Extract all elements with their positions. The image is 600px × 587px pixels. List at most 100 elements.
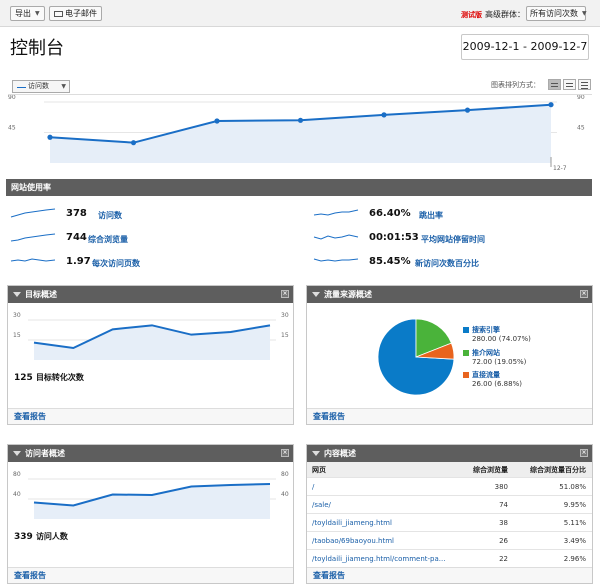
usage-label[interactable]: 平均网站停留时间 (421, 234, 485, 245)
panel-title: 内容概述 (324, 449, 356, 458)
usage-value: 378 (66, 208, 87, 219)
content-table: 网页 综合浏览量 综合浏览量百分比 / 380 51.08% /sale/ 74… (307, 462, 592, 568)
chart-mode-bar-button[interactable] (563, 79, 576, 90)
collapse-icon[interactable] (13, 451, 21, 456)
close-icon[interactable]: × (281, 449, 289, 457)
percent-cell: 9.95% (563, 501, 586, 509)
pageviews-cell: 38 (499, 519, 508, 527)
traffic-report-link[interactable]: 查看报告 (307, 408, 592, 424)
visitors-chart: 80 80 40 40 (13, 471, 289, 519)
page-link[interactable]: /sale/ (312, 496, 462, 514)
segment-select[interactable]: 所有访问次数 ▼ (526, 6, 587, 21)
sparkline (313, 209, 359, 216)
table-row: /sale/ 74 9.95% (307, 496, 592, 514)
usage-label[interactable]: 跳出率 (419, 210, 443, 221)
sparkline (313, 234, 359, 240)
usage-label[interactable]: 综合浏览量 (88, 234, 128, 245)
bar-icon (566, 83, 573, 84)
sparkline (10, 258, 56, 262)
chart-mode-list-button[interactable] (578, 79, 591, 90)
content-report-link[interactable]: 查看报告 (307, 567, 592, 583)
page-link[interactable]: /taobao/69baoyou.html (312, 532, 462, 550)
chevron-down-icon: ▼ (61, 83, 66, 90)
table-row: /toyldaili_jiameng.html/comment-pa... 22… (307, 550, 592, 568)
page-link[interactable]: /toyldaili_jiameng.html/comment-pa... (312, 550, 462, 568)
close-icon[interactable]: × (580, 290, 588, 298)
percent-cell: 51.08% (559, 483, 586, 491)
y-tick-label: 45 (8, 125, 16, 132)
data-point (214, 118, 220, 124)
y-tick-label: 90 (8, 94, 16, 101)
y-tick-label: 30 (281, 312, 289, 319)
series-area (34, 484, 270, 519)
panel-title: 流量来源概述 (324, 290, 372, 299)
visitors-value: 339 (14, 532, 33, 542)
sparkline (10, 233, 56, 242)
visitors-label: 访问人数 (35, 532, 68, 541)
column-header: 综合浏览量百分比 (530, 466, 586, 474)
sparkline (10, 208, 56, 218)
y-tick-label: 90 (577, 94, 585, 101)
traffic-pie-chart (377, 318, 455, 396)
content-panel-header[interactable]: 内容概述 × (307, 445, 592, 462)
usage-value: 66.40% (369, 208, 411, 219)
usage-label[interactable]: 每次访问页数 (92, 258, 140, 269)
top-toolbar: 导出 ▼ 电子邮件 测试版 高级群体： 所有访问次数 ▼ (0, 0, 600, 27)
usage-label[interactable]: 访问数 (98, 210, 122, 221)
export-button[interactable]: 导出 ▼ (10, 6, 45, 21)
bar-icon (566, 86, 573, 87)
usage-value: 85.45% (369, 256, 411, 267)
list-icon (581, 82, 588, 83)
pageviews-cell: 26 (499, 537, 508, 545)
legend-value: 280.00 (74.07%) (472, 335, 531, 343)
pageviews-cell: 380 (494, 483, 508, 491)
traffic-panel: 流量来源概述 × 搜索引擎 280.00 (74.07%) 推介网站 72.00… (306, 285, 593, 425)
goals-report-link[interactable]: 查看报告 (8, 408, 293, 424)
y-tick-label: 80 (281, 471, 289, 478)
visitors-panel-header[interactable]: 访问者概述 × (8, 445, 293, 462)
column-header: 综合浏览量 (473, 466, 508, 474)
close-icon[interactable]: × (281, 290, 289, 298)
visitors-report-link[interactable]: 查看报告 (8, 567, 293, 583)
y-tick-label: 80 (13, 471, 21, 478)
pageviews-cell: 74 (499, 501, 508, 509)
chevron-down-icon: ▼ (582, 10, 587, 17)
traffic-panel-header[interactable]: 流量来源概述 × (307, 286, 592, 303)
usage-value: 00:01:53 (369, 232, 419, 243)
chart-mode-line-button[interactable] (548, 79, 561, 90)
pageviews-cell: 22 (499, 555, 508, 563)
data-point (130, 140, 137, 146)
collapse-icon[interactable] (312, 451, 320, 456)
export-label: 导出 (15, 9, 31, 18)
beta-badge: 测试版 (461, 11, 482, 19)
usage-label[interactable]: 新访问次数百分比 (415, 258, 479, 269)
panel-title: 目标概述 (25, 290, 57, 299)
percent-cell: 5.11% (563, 519, 586, 527)
legend-name: 搜索引擎 (472, 326, 500, 334)
legend-swatch (463, 372, 469, 378)
collapse-icon[interactable] (312, 292, 320, 297)
panel-title: 访问者概述 (25, 449, 65, 458)
legend-value: 26.00 (6.88%) (472, 380, 522, 388)
series-area (50, 104, 551, 163)
email-button[interactable]: 电子邮件 (49, 6, 102, 21)
percent-cell: 2.96% (563, 555, 586, 563)
table-row: / 380 51.08% (307, 478, 592, 496)
goals-panel-header[interactable]: 目标概述 × (8, 286, 293, 303)
collapse-icon[interactable] (13, 292, 21, 297)
sparkline (313, 258, 359, 262)
page-link[interactable]: / (312, 478, 462, 496)
metric-select[interactable]: 访问数 ▼ (12, 80, 70, 93)
goals-panel: 目标概述 × 30 30 15 15 125 目标转化次数 查看报告 (7, 285, 294, 425)
usage-section-header: 网站使用率 (6, 179, 592, 196)
legend-name: 推介网站 (472, 349, 500, 357)
visits-chart: 90 90 45 45 12-7 (8, 94, 592, 170)
goals-value: 125 (14, 373, 33, 383)
segment-label: 高级群体： (485, 10, 525, 19)
y-tick-label: 15 (13, 332, 21, 339)
y-tick-label: 40 (13, 491, 21, 498)
page-link[interactable]: /toyldaili_jiameng.html (312, 514, 462, 532)
date-range-picker[interactable]: 2009-12-1 - 2009-12-7 (461, 34, 589, 60)
close-icon[interactable]: × (580, 449, 588, 457)
y-tick-label: 40 (281, 491, 289, 498)
